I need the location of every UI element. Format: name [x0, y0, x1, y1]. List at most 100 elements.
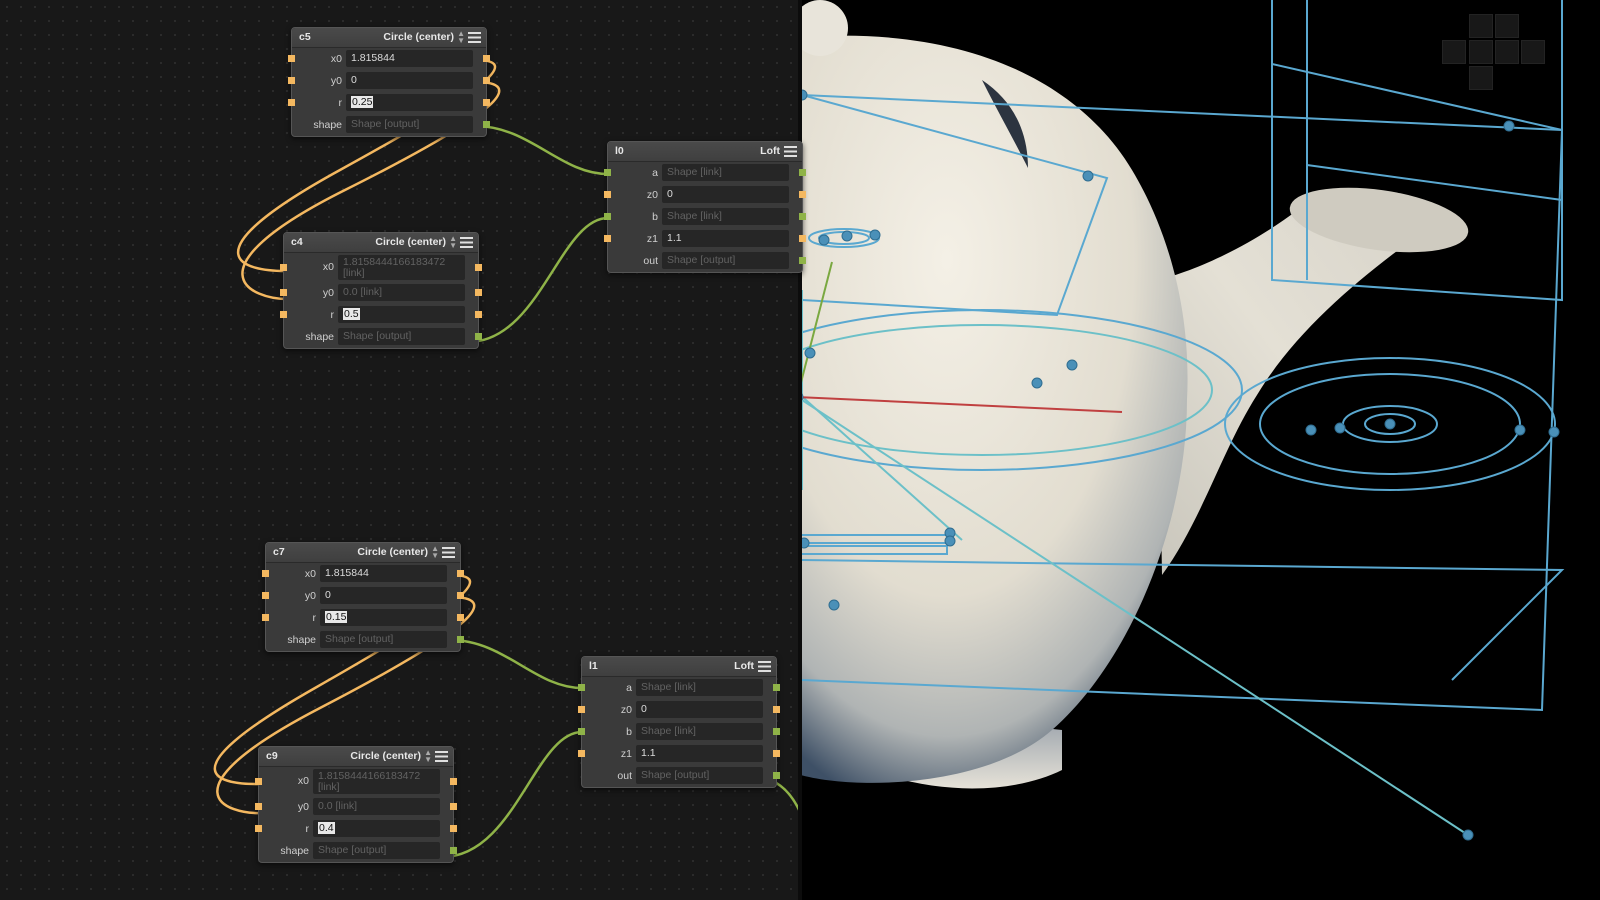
output-port-icon[interactable]: [483, 77, 490, 84]
param-value-input[interactable]: 0: [346, 72, 473, 89]
param-value-input[interactable]: 0.4: [313, 820, 440, 837]
node-c5[interactable]: c5 Circle (center) ▲ ▼ x0 1.815844 y0 0 r 0.…: [288, 27, 490, 137]
output-port-icon[interactable]: [773, 750, 780, 757]
sort-arrows-icon[interactable]: ▲ ▼: [424, 749, 432, 764]
input-port-icon[interactable]: [604, 191, 611, 198]
node-id: l0: [615, 145, 624, 157]
input-port-icon[interactable]: [280, 311, 287, 318]
sort-arrows-icon[interactable]: ▲ ▼: [449, 235, 457, 250]
param-value-input[interactable]: 1.815844: [346, 50, 473, 67]
menu-icon[interactable]: [784, 146, 797, 157]
output-port-icon[interactable]: [483, 121, 490, 128]
wire-c7-shape-to-l1-a[interactable]: [449, 638, 583, 690]
output-port-icon[interactable]: [450, 803, 457, 810]
input-port-icon[interactable]: [288, 55, 295, 62]
input-port-icon[interactable]: [578, 706, 585, 713]
param-value-input[interactable]: 0: [320, 587, 447, 604]
output-port-icon[interactable]: [450, 778, 457, 785]
output-port-icon[interactable]: [483, 55, 490, 62]
param-value-input[interactable]: 1.1: [636, 745, 763, 762]
node-l1[interactable]: l1 Loft a Shape [link] z0 0 b Shape [link] …: [578, 656, 780, 788]
teapot-model[interactable]: [802, 0, 1472, 789]
output-port-icon[interactable]: [483, 99, 490, 106]
param-value-input[interactable]: 0.15: [320, 609, 447, 626]
menu-icon[interactable]: [460, 237, 473, 248]
node-header[interactable]: c9 Circle (center) ▲ ▼: [259, 747, 453, 767]
output-port-icon[interactable]: [457, 592, 464, 599]
output-port-icon[interactable]: [773, 772, 780, 779]
param-value-readonly: Shape [output]: [313, 842, 440, 859]
param-value-input[interactable]: 0: [636, 701, 763, 718]
param-value-input[interactable]: 0: [662, 186, 789, 203]
nav-cube-icon[interactable]: [1442, 14, 1545, 90]
param-x0: x0 1.8158444166183472 [link]: [280, 253, 482, 282]
wire-c4-shape-to-l0-b[interactable]: [467, 216, 609, 344]
output-port-icon[interactable]: [799, 235, 806, 242]
node-header[interactable]: l1 Loft: [582, 657, 776, 677]
sort-arrows-icon[interactable]: ▲ ▼: [457, 30, 465, 45]
output-port-icon[interactable]: [457, 570, 464, 577]
output-port-icon[interactable]: [457, 614, 464, 621]
input-port-icon[interactable]: [578, 728, 585, 735]
node-type: Circle (center): [383, 31, 454, 43]
node-header[interactable]: c4 Circle (center) ▲ ▼: [284, 233, 478, 253]
node-c7[interactable]: c7 Circle (center) ▲ ▼ x0 1.815844 y0 0 r 0.…: [262, 542, 464, 652]
input-port-icon[interactable]: [578, 684, 585, 691]
output-port-icon[interactable]: [773, 728, 780, 735]
param-x0: x0 1.8158444166183472 [link]: [255, 767, 457, 796]
menu-icon[interactable]: [758, 661, 771, 672]
menu-icon[interactable]: [435, 751, 448, 762]
input-port-icon[interactable]: [280, 289, 287, 296]
menu-icon[interactable]: [468, 32, 481, 43]
param-value-input[interactable]: 1.815844: [320, 565, 447, 582]
output-port-icon[interactable]: [450, 847, 457, 854]
input-port-icon[interactable]: [604, 213, 611, 220]
node-l0[interactable]: l0 Loft a Shape [link] z0 0 b Shape [link] …: [604, 141, 806, 273]
input-port-icon[interactable]: [255, 825, 262, 832]
node-header[interactable]: l0 Loft: [608, 142, 802, 162]
input-port-icon[interactable]: [262, 614, 269, 621]
node-c9[interactable]: c9 Circle (center) ▲ ▼ x0 1.81584441661834…: [255, 746, 457, 863]
output-port-icon[interactable]: [799, 257, 806, 264]
scene-render[interactable]: [802, 0, 1600, 900]
input-port-icon[interactable]: [578, 750, 585, 757]
output-port-icon[interactable]: [799, 169, 806, 176]
sort-arrows-icon[interactable]: ▲ ▼: [431, 545, 439, 560]
output-port-icon[interactable]: [475, 333, 482, 340]
selected-text: 0.4: [318, 822, 335, 834]
input-port-icon[interactable]: [288, 99, 295, 106]
param-y0: y0 0: [288, 70, 490, 92]
param-value-input[interactable]: 1.1: [662, 230, 789, 247]
output-port-icon[interactable]: [773, 684, 780, 691]
node-c4[interactable]: c4 Circle (center) ▲ ▼ x0 1.81584441661834…: [280, 232, 482, 349]
param-r: r 0.25: [288, 92, 490, 114]
node-id: c5: [299, 31, 311, 43]
input-port-icon[interactable]: [280, 264, 287, 271]
param-value-readonly: Shape [output]: [346, 116, 473, 133]
input-port-icon[interactable]: [262, 592, 269, 599]
3d-viewport[interactable]: [802, 0, 1600, 900]
input-port-icon[interactable]: [255, 803, 262, 810]
output-port-icon[interactable]: [450, 825, 457, 832]
input-port-icon[interactable]: [255, 778, 262, 785]
output-port-icon[interactable]: [799, 191, 806, 198]
node-id: l1: [589, 660, 598, 672]
wire-c9-shape-to-l1-b[interactable]: [441, 730, 583, 859]
node-header[interactable]: c7 Circle (center) ▲ ▼: [266, 543, 460, 563]
node-header[interactable]: c5 Circle (center) ▲ ▼: [292, 28, 486, 48]
input-port-icon[interactable]: [604, 235, 611, 242]
param-value-input[interactable]: 0.5: [338, 306, 465, 323]
param-value-input[interactable]: 0.25: [346, 94, 473, 111]
output-port-icon[interactable]: [475, 311, 482, 318]
output-port-icon[interactable]: [799, 213, 806, 220]
input-port-icon[interactable]: [288, 77, 295, 84]
output-port-icon[interactable]: [475, 289, 482, 296]
param-r: r 0.5: [280, 304, 482, 326]
menu-icon[interactable]: [442, 547, 455, 558]
output-port-icon[interactable]: [457, 636, 464, 643]
input-port-icon[interactable]: [262, 570, 269, 577]
output-port-icon[interactable]: [773, 706, 780, 713]
wire-c5-shape-to-l0-a[interactable]: [474, 124, 609, 176]
output-port-icon[interactable]: [475, 264, 482, 271]
input-port-icon[interactable]: [604, 169, 611, 176]
